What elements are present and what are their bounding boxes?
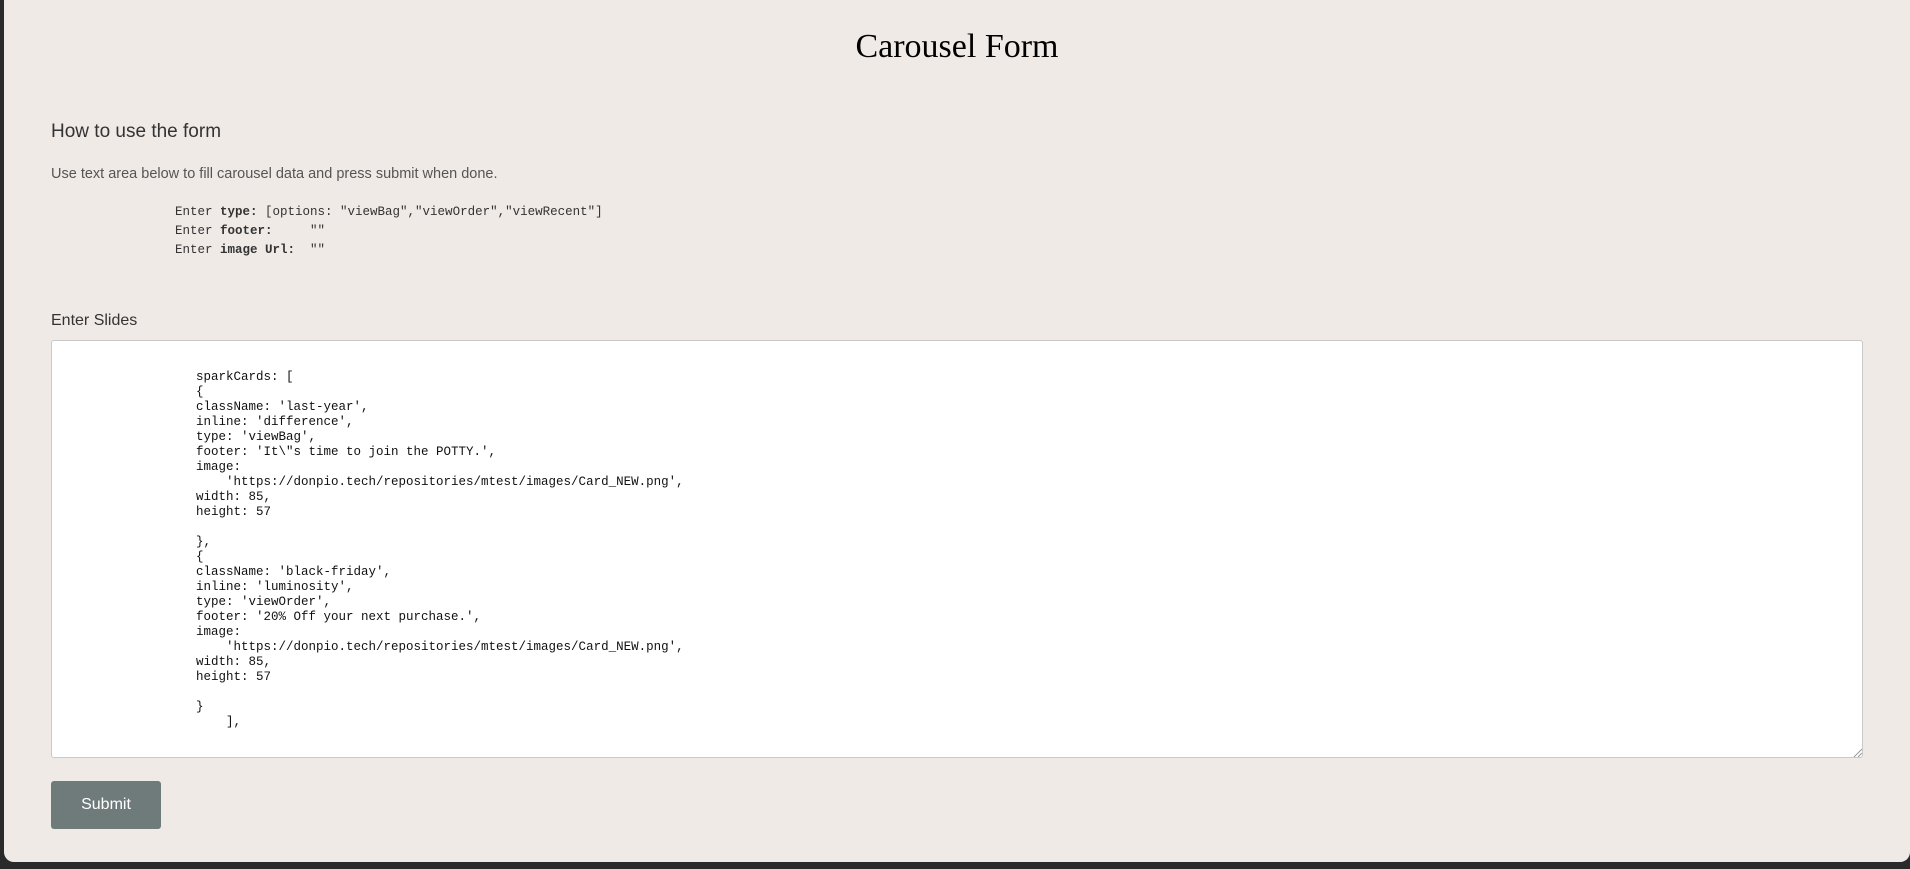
submit-button[interactable]: Submit [51,781,161,829]
spec-field: footer: [220,223,273,238]
slides-textarea[interactable] [51,340,1863,758]
spec-field: type: [220,205,258,219]
howto-heading: How to use the form [51,121,222,142]
spec-field: image Url: [220,242,296,257]
spec-prefix: Enter [175,242,221,257]
spec-value: "" [295,242,326,257]
spec-line-image-url: Enter image Url: "" [175,241,603,260]
page: Carousel Form How to use the form Use te… [4,0,1910,862]
spec-line-footer: Enter footer: "" [175,222,603,241]
instructions-text: Use text area below to fill carousel dat… [51,166,498,182]
field-spec: Enter type: [options: "viewBag","viewOrd… [175,203,603,259]
slides-label: Enter Slides [51,312,138,329]
spec-value: [options: "viewBag","viewOrder","viewRec… [257,205,603,219]
spec-prefix: Enter [175,205,221,219]
spec-value: "" [272,223,326,238]
spec-line-type: Enter type: [options: "viewBag","viewOrd… [175,203,603,222]
resize-grip-icon[interactable] [1853,748,1862,757]
page-title: Carousel Form [855,28,1059,65]
spec-prefix: Enter [175,223,221,238]
